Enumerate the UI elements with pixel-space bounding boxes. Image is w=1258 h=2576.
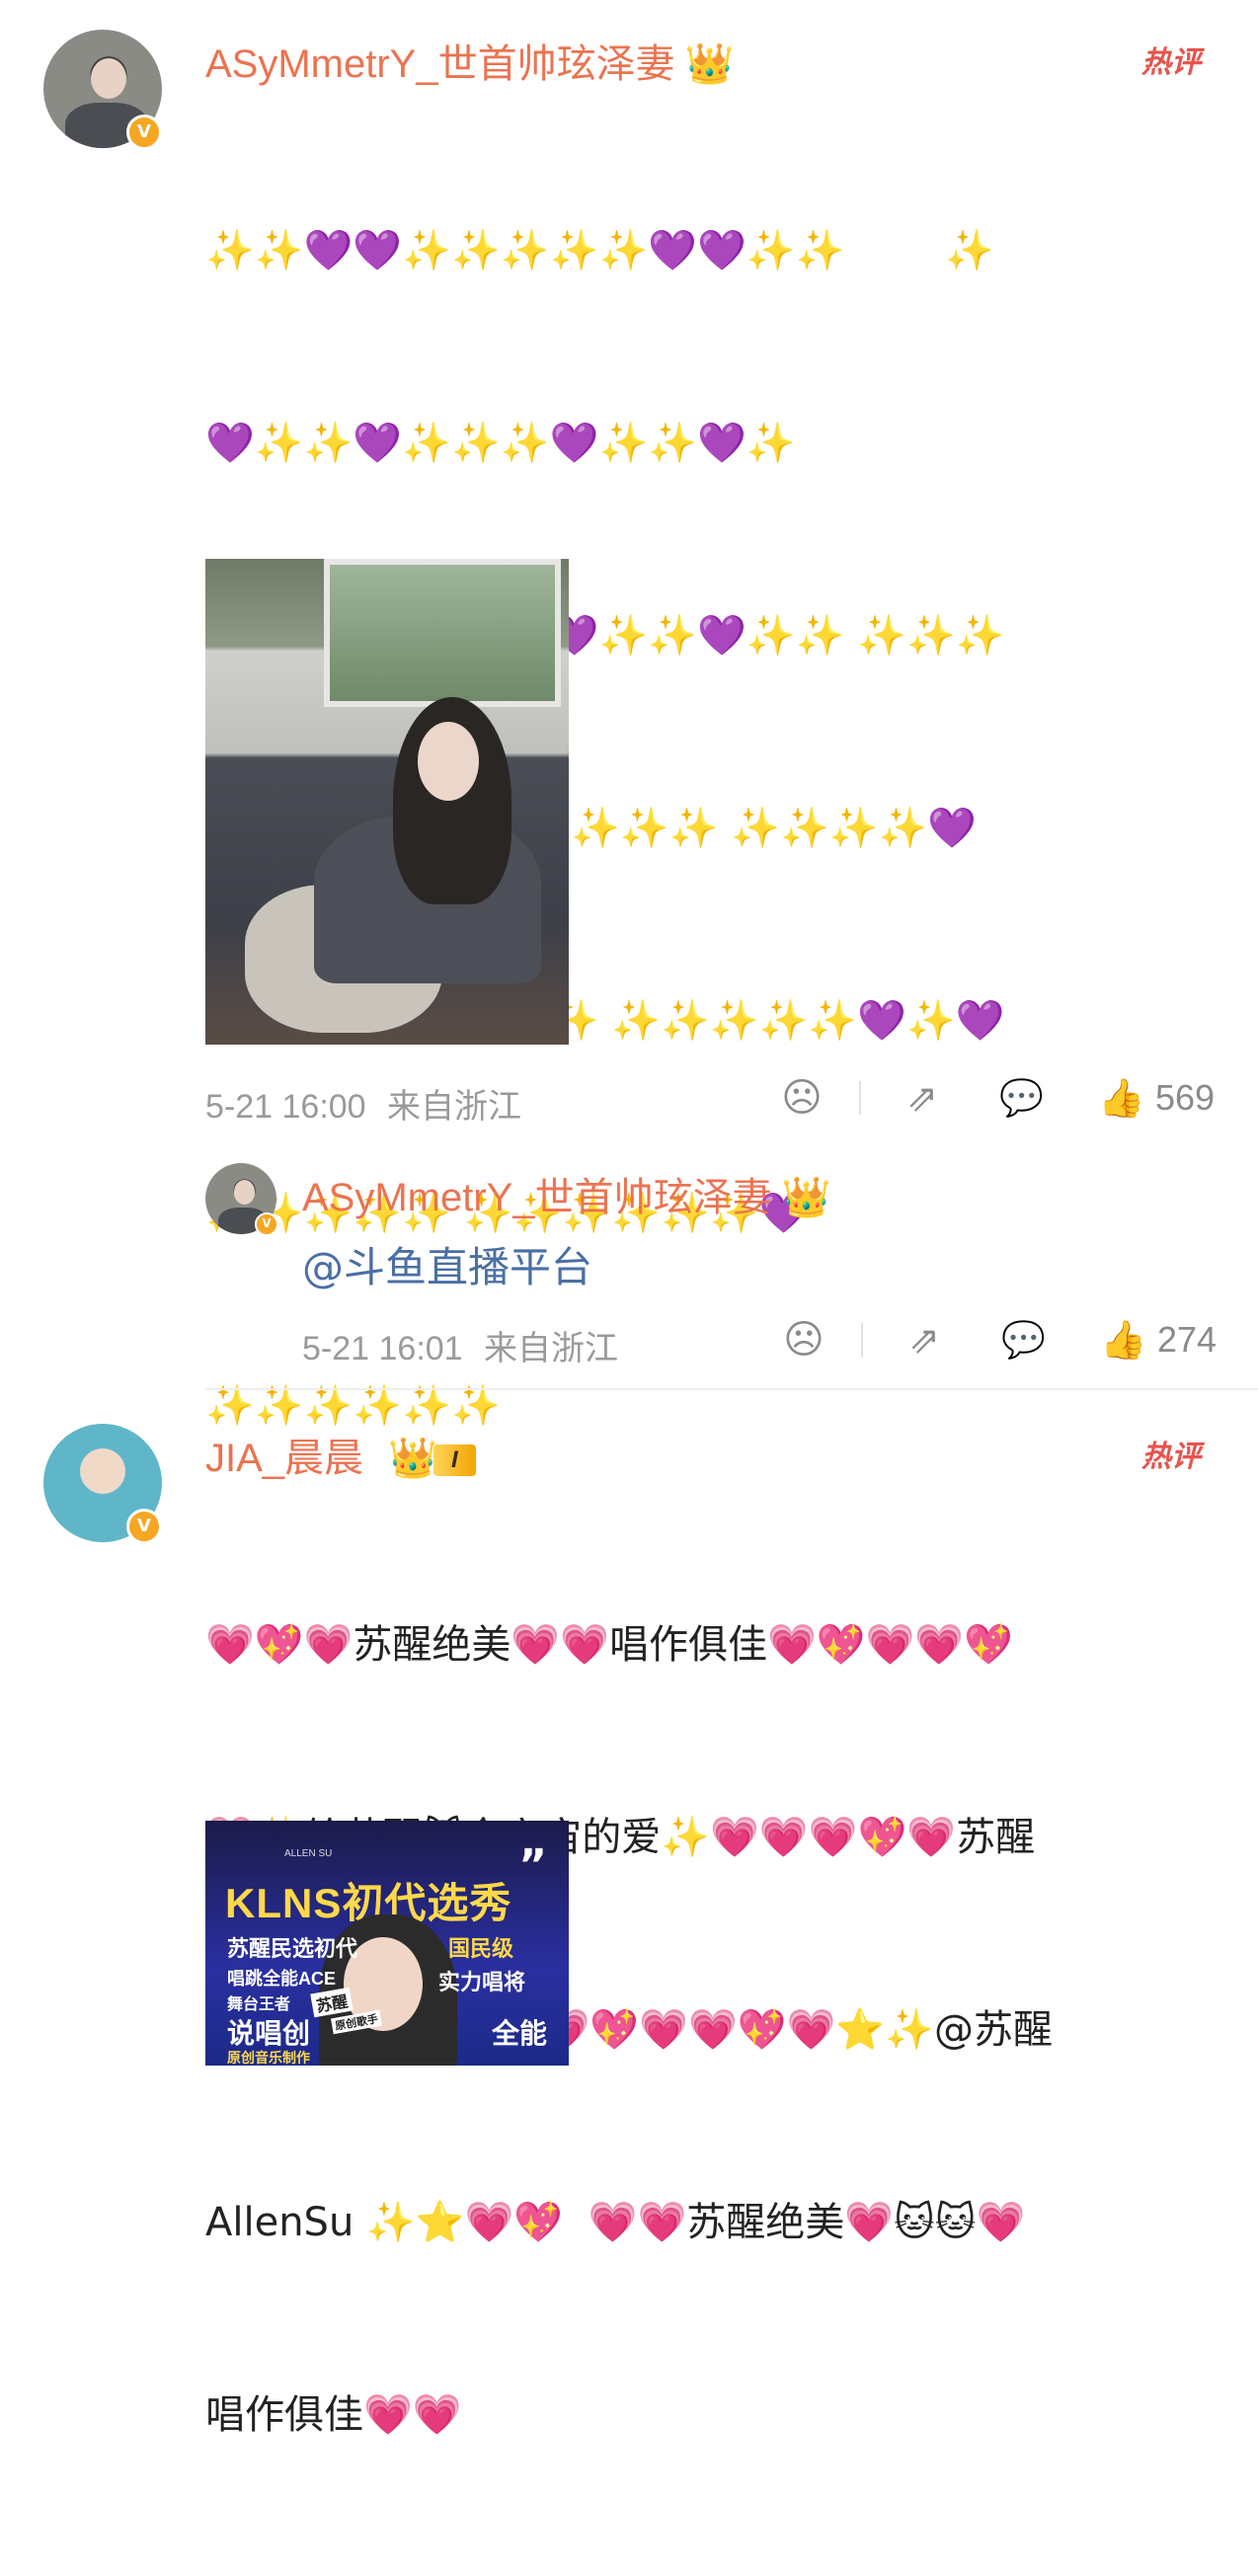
reply-meta: 5-21 16:01 来自浙江 [302, 1321, 618, 1369]
reply-actions: ☹ ⇗ 💬 👍 274 [782, 1315, 1217, 1365]
verified-badge-icon: V [126, 1509, 162, 1544]
hot-comment-label: 热评 [1141, 1441, 1201, 1473]
avatar-face [233, 1180, 256, 1205]
comment-image[interactable] [205, 559, 569, 1045]
poster-line: 说唱创 [227, 2018, 311, 2049]
comment-text-line: AllenSu ✨⭐💗💖 💗💗苏醒绝美💗🐱🐱💗 [205, 2200, 1026, 2245]
crown-icon: 👑 [684, 42, 735, 86]
reply-location: 来自浙江 [484, 1330, 619, 1367]
reply-text[interactable]: @斗鱼直播平台 [302, 1234, 592, 1294]
username-text[interactable]: ASyMmetrY_世首帅玹泽妻 [205, 42, 675, 86]
crown-icon: 👑 [388, 1437, 437, 1480]
share-icon[interactable]: ⇗ [903, 1318, 946, 1362]
comment-text-line: ✨✨💜💜✨✨✨✨✨💜💜✨✨ ✨ [205, 228, 994, 273]
action-separator [861, 1323, 863, 1357]
dislike-icon[interactable]: ☹ [782, 1317, 826, 1363]
photo-face [418, 722, 479, 801]
share-icon[interactable]: ⇗ [901, 1076, 944, 1120]
crown-icon: 👑 [781, 1176, 831, 1219]
comment-divider [205, 1388, 1258, 1390]
comment-image[interactable]: ALLEN SU ” KLNS初代选秀 苏醒民选初代 国民级 唱跳全能ACE 实… [205, 1821, 569, 2066]
poster-line: 实力唱将 [438, 1970, 526, 1994]
verified-badge-icon: V [255, 1212, 278, 1236]
comment-text-line: 唱作俱佳💗💗 [205, 2392, 462, 2438]
poster-line: 全能 [492, 2018, 548, 2049]
poster-small-text: ALLEN SU [284, 1848, 333, 1859]
reply-time: 5-21 16:01 [302, 1330, 463, 1367]
comment-meta: 5-21 16:00 来自浙江 [205, 1079, 521, 1128]
poster-line: 苏醒民选初代 [227, 1936, 358, 1961]
comment-actions: ☹ ⇗ 💬 👍 569 [780, 1073, 1215, 1123]
like-icon[interactable]: 👍 [1100, 1318, 1146, 1363]
avatar-face [91, 57, 126, 99]
poster-line: 国民级 [448, 1936, 514, 1961]
hot-comment-label: 热评 [1141, 46, 1201, 79]
dislike-icon[interactable]: ☹ [780, 1075, 824, 1121]
comment-username[interactable]: JIA_晨晨 👑 I [205, 1426, 476, 1483]
quote-icon: ” [518, 1840, 547, 1891]
like-count[interactable]: 274 [1157, 1319, 1217, 1361]
mention-link[interactable]: @斗鱼直播平台 [302, 1243, 592, 1291]
like-count[interactable]: 569 [1155, 1077, 1215, 1119]
poster-line: 唱跳全能ACE [227, 1969, 337, 1989]
comment-text-line: 💗💖💗苏醒绝美💗💗唱作俱佳💗💖💗💗💖 [205, 1622, 1014, 1668]
action-separator [859, 1081, 861, 1115]
comment-location: 来自浙江 [387, 1088, 522, 1126]
level-badge: I [432, 1444, 476, 1477]
poster-line: 舞台王者 [227, 1996, 291, 2013]
username-text[interactable]: JIA_晨晨 [205, 1437, 363, 1480]
reply-icon[interactable]: 💬 [999, 1077, 1044, 1119]
username-text[interactable]: ASyMmetrY_世首帅玹泽妻 [302, 1176, 772, 1219]
poster-line: 原创音乐制作 [227, 2050, 310, 2066]
comment-text-line: 💜✨✨💜✨✨✨💜✨✨💜✨ [205, 421, 796, 466]
photo-window [324, 559, 561, 707]
comment-username[interactable]: ASyMmetrY_世首帅玹泽妻 👑 [205, 32, 734, 89]
reply-username[interactable]: ASyMmetrY_世首帅玹泽妻 👑 [302, 1165, 830, 1222]
verified-badge-icon: V [126, 115, 162, 150]
reply-icon[interactable]: 💬 [1001, 1319, 1046, 1361]
comment-time: 5-21 16:00 [205, 1088, 366, 1126]
like-icon[interactable]: 👍 [1098, 1076, 1144, 1121]
